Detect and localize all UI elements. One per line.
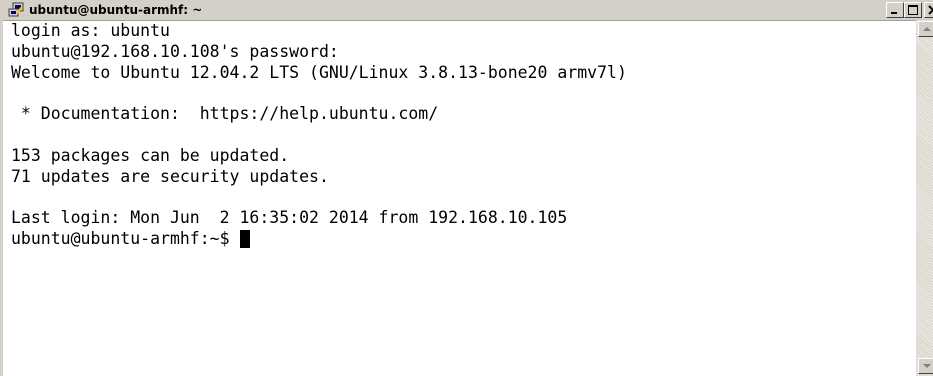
- title-bar[interactable]: ubuntu@ubuntu-armhf: ~: [3, 0, 933, 21]
- terminal-line: Welcome to Ubuntu 12.04.2 LTS (GNU/Linux…: [11, 62, 627, 82]
- terminal-output[interactable]: login as: ubuntu ubuntu@192.168.10.108's…: [11, 21, 911, 376]
- close-icon: [928, 5, 933, 15]
- terminal-line: * Documentation: https://help.ubuntu.com…: [11, 104, 439, 124]
- shell-prompt: ubuntu@ubuntu-armhf:~$: [11, 228, 240, 248]
- arrow-down-icon: [923, 364, 931, 368]
- putty-icon[interactable]: [8, 2, 24, 18]
- vertical-scrollbar[interactable]: [916, 20, 933, 376]
- window-controls: [886, 2, 933, 18]
- prompt-line[interactable]: ubuntu@ubuntu-armhf:~$: [11, 229, 911, 250]
- scroll-down-button[interactable]: [918, 358, 933, 374]
- terminal-window: ubuntu@ubuntu-armhf: ~ login as: ubuntu …: [0, 0, 933, 376]
- arrow-up-icon: [923, 27, 931, 31]
- terminal-line: 153 packages can be updated.: [11, 145, 290, 165]
- terminal-line: login as: ubuntu: [11, 21, 170, 40]
- terminal-line: ubuntu@192.168.10.108's password:: [11, 41, 339, 61]
- minimize-icon: [891, 12, 897, 14]
- terminal-line: 71 updates are security updates.: [11, 166, 329, 186]
- close-button[interactable]: [924, 2, 933, 18]
- maximize-button[interactable]: [904, 2, 922, 18]
- minimize-button[interactable]: [886, 2, 904, 18]
- maximize-icon: [908, 5, 918, 15]
- scroll-up-button[interactable]: [918, 21, 933, 37]
- text-cursor: [240, 230, 251, 249]
- terminal-line: Last login: Mon Jun 2 16:35:02 2014 from…: [11, 208, 568, 228]
- window-title: ubuntu@ubuntu-armhf: ~: [29, 3, 203, 17]
